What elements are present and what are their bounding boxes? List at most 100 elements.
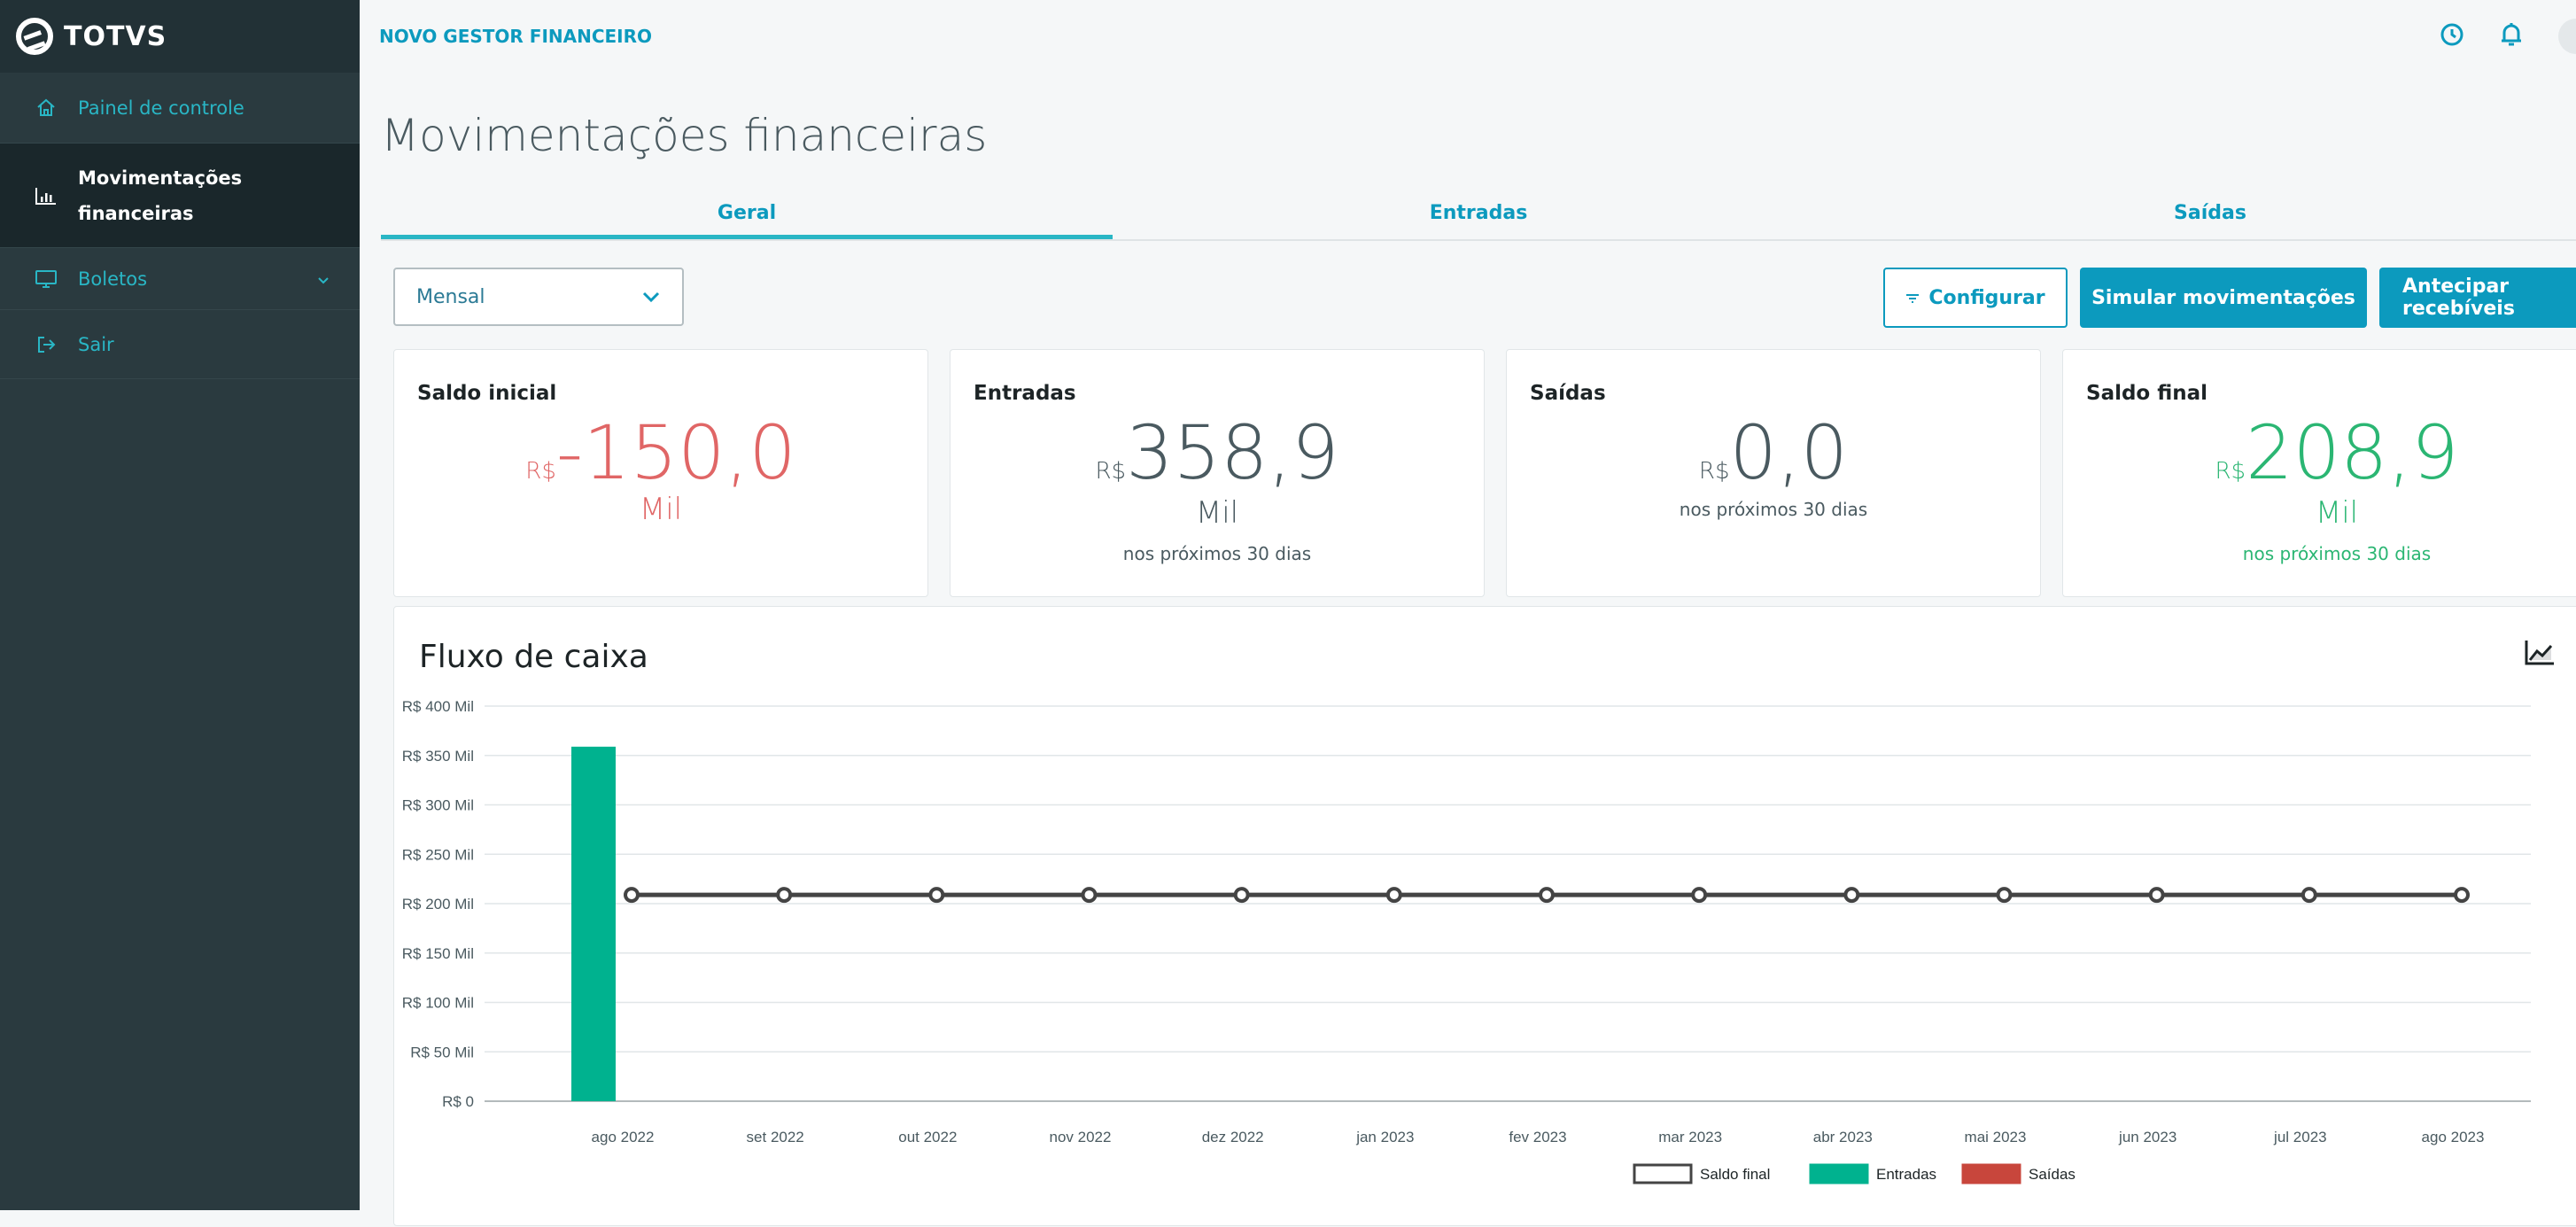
x-tick-label: out 2022 <box>898 1129 957 1145</box>
tab-entradas[interactable]: Entradas <box>1113 188 1844 239</box>
sidebar-item-painel[interactable]: Painel de controle <box>0 73 360 144</box>
x-tick-label: jan 2023 <box>1355 1129 1414 1145</box>
y-tick-label: R$ 100 Mil <box>402 995 474 1012</box>
x-tick-label: ago 2022 <box>592 1129 655 1145</box>
x-tick-label: fev 2023 <box>1509 1129 1566 1145</box>
point-saldo-final <box>1233 887 1250 904</box>
bell-icon[interactable] <box>2500 21 2523 51</box>
period-select-value: Mensal <box>416 285 485 308</box>
card-label: Saldo final <box>2086 382 2208 405</box>
cash-flow-chart: R$ 400 Mil R$ 350 Mil R$ 300 Mil R$ 250 Mil… <box>402 698 2531 1184</box>
card-note: nos próximos 30 dias <box>1679 499 1868 520</box>
tab-geral[interactable]: Geral <box>381 188 1113 239</box>
y-tick-label: R$ 250 Mil <box>402 846 474 863</box>
sidebar-item-label: Painel de controle <box>78 97 244 119</box>
anticipate-button[interactable]: Antecipar recebíveis <box>2379 268 2576 328</box>
card-unit: Mil <box>639 492 683 527</box>
legend-label: Saldo final <box>1700 1166 1770 1183</box>
sidebar-item-label: Boletos <box>78 268 148 290</box>
chevron-down-icon <box>641 286 661 308</box>
product-name: NOVO GESTOR FINANCEIRO <box>379 26 653 47</box>
point-saldo-final <box>1539 887 1555 904</box>
card-saidas: Saídas R$0,0 nos próximos 30 dias <box>1506 349 2041 597</box>
legend-label: Saídas <box>2029 1166 2076 1183</box>
legend-swatch <box>1633 1163 1693 1184</box>
currency-label: R$ <box>1698 458 1730 485</box>
sidebar-item-boletos[interactable]: Boletos <box>0 248 360 310</box>
card-label: Saldo inicial <box>417 382 557 405</box>
sidebar: TOTVS Painel de controle Movimentações f… <box>0 0 360 1210</box>
sidebar-item-label: Movimentações financeiras <box>78 160 242 231</box>
point-saldo-final <box>1996 887 2013 904</box>
brand[interactable]: TOTVS <box>0 0 360 73</box>
y-tick-label: R$ 200 Mil <box>402 896 474 912</box>
point-saldo-final <box>776 887 793 904</box>
summary-cards: Saldo inicial R$-150,0 Mil Entradas R$35… <box>393 349 2576 597</box>
x-tick-label: mar 2023 <box>1658 1129 1722 1145</box>
bar-entradas <box>571 746 616 1101</box>
point-saldo-final <box>624 887 640 904</box>
brand-name: TOTVS <box>64 20 167 52</box>
y-tick-label: R$ 350 Mil <box>402 748 474 765</box>
point-saldo-final <box>1385 887 1402 904</box>
sidebar-item-movimentacoes[interactable]: Movimentações financeiras <box>0 144 360 248</box>
totvs-logo-icon <box>16 18 53 55</box>
x-tick-label: jul 2023 <box>2273 1129 2327 1145</box>
x-tick-label: set 2022 <box>747 1129 804 1145</box>
toolbar: Mensal Configurar Simular movimentações … <box>393 268 2576 328</box>
x-tick-label: abr 2023 <box>1813 1129 1873 1145</box>
point-saldo-final <box>1081 887 1098 904</box>
configure-button[interactable]: Configurar <box>1883 268 2068 328</box>
x-tick-label: dez 2022 <box>1202 1129 1264 1145</box>
point-saldo-final <box>2301 887 2317 904</box>
sidebar-item-sair[interactable]: Sair <box>0 310 360 379</box>
point-saldo-final <box>1691 887 1708 904</box>
chevron-down-icon <box>317 268 330 290</box>
y-tick-label: R$ 400 Mil <box>402 698 474 715</box>
y-tick-label: R$ 150 Mil <box>402 945 474 962</box>
y-tick-label: R$ 300 Mil <box>402 797 474 814</box>
currency-label: R$ <box>525 458 556 485</box>
x-tick-label: nov 2022 <box>1050 1129 1112 1145</box>
period-select[interactable]: Mensal <box>393 268 684 326</box>
topbar: NOVO GESTOR FINANCEIRO <box>360 0 2576 73</box>
y-tick-label: R$ 50 Mil <box>410 1044 474 1060</box>
main-content: NOVO GESTOR FINANCEIRO Movimentações fin… <box>360 0 2576 1226</box>
point-saldo-final <box>1843 887 1860 904</box>
clock-icon[interactable] <box>2440 22 2464 50</box>
legend-swatch <box>1809 1163 1869 1184</box>
home-icon <box>34 96 58 120</box>
avatar[interactable] <box>2558 19 2576 54</box>
card-label: Saídas <box>1530 382 1606 405</box>
point-saldo-final <box>2454 887 2470 904</box>
card-saldo-inicial: Saldo inicial R$-150,0 Mil <box>393 349 928 597</box>
card-note: nos próximos 30 dias <box>1122 543 1312 564</box>
y-tick-label: R$ 0 <box>442 1093 474 1110</box>
card-value-number: 358,9 <box>1126 409 1339 496</box>
card-label: Entradas <box>974 382 1076 405</box>
currency-label: R$ <box>2215 458 2246 485</box>
label-line-1: Movimentações <box>78 167 243 189</box>
sidebar-item-label: Sair <box>78 333 114 355</box>
x-tick-label: jun 2023 <box>2118 1129 2176 1145</box>
label-line-2: financeiras <box>78 202 194 224</box>
card-entradas: Entradas R$358,9 Mil nos próximos 30 dia… <box>950 349 1485 597</box>
card-value-number: -150,0 <box>555 409 796 496</box>
x-tick-label: mai 2023 <box>1965 1129 2027 1145</box>
filter-icon <box>1905 287 1920 309</box>
card-unit: Mil <box>1195 495 1239 531</box>
currency-label: R$ <box>1095 458 1127 485</box>
card-note: nos próximos 30 dias <box>2242 543 2432 564</box>
tab-bar: Geral Entradas Saídas <box>381 188 2576 241</box>
simulate-button[interactable]: Simular movimentações <box>2080 268 2367 328</box>
legend-label: Entradas <box>1876 1166 1936 1183</box>
point-saldo-final <box>2148 887 2165 904</box>
header-actions <box>2440 19 2576 54</box>
page-title: Movimentações financeiras <box>381 110 988 161</box>
card-saldo-final: Saldo final R$208,9 Mil nos próximos 30 … <box>2062 349 2576 597</box>
configure-button-label: Configurar <box>1928 286 2045 309</box>
tab-saidas[interactable]: Saídas <box>1844 188 2576 239</box>
card-value-number: 0,0 <box>1729 409 1849 496</box>
bar-chart-icon <box>34 183 58 208</box>
card-value-number: 208,9 <box>2246 409 2459 496</box>
